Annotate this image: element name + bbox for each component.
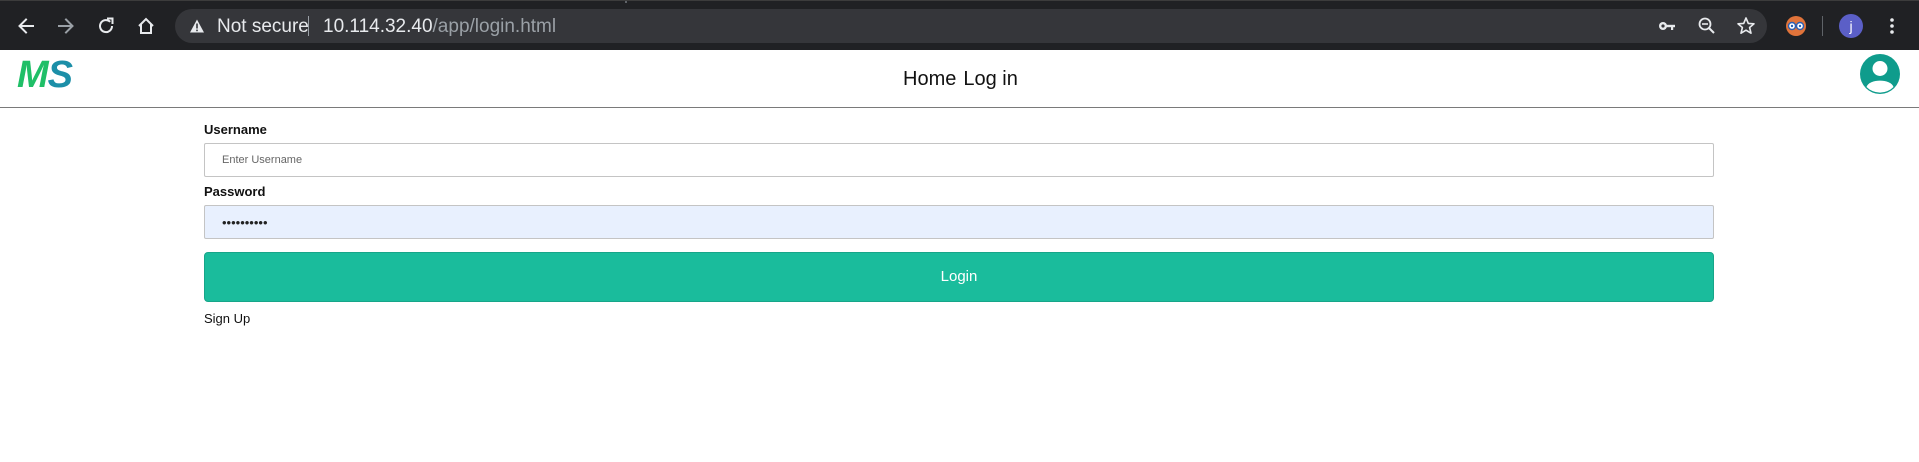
username-label: Username [204, 122, 267, 137]
security-status[interactable]: Not secure [217, 17, 309, 36]
site-logo[interactable]: MS [17, 53, 73, 97]
profile-avatar[interactable]: j [1839, 14, 1863, 38]
forward-icon [58, 18, 74, 34]
logo-letter-s: S [47, 54, 73, 96]
nav-link-home[interactable]: Home [903, 68, 956, 90]
logo-letter-m: M [17, 54, 49, 96]
key-icon[interactable] [1657, 16, 1677, 36]
nav-link-login[interactable]: Log in [963, 68, 1018, 90]
username-input[interactable] [204, 143, 1714, 177]
zoom-out-icon[interactable] [1697, 16, 1717, 36]
star-icon[interactable] [1736, 16, 1756, 36]
forward-button[interactable] [54, 14, 78, 38]
login-button[interactable]: Login [204, 252, 1714, 302]
extension-icon[interactable] [1784, 14, 1808, 38]
url-path: /app/login.html [432, 16, 557, 37]
toolbar-separator [1822, 16, 1823, 36]
url-text[interactable]: 10.114.32.40/app/login.html [323, 17, 556, 36]
home-button[interactable] [134, 14, 158, 38]
url-host: 10.114.32.40 [323, 16, 433, 37]
password-input[interactable] [204, 205, 1714, 239]
browser-toolbar: Not secure 10.114.32.40/app/login.html j [0, 0, 1919, 50]
reload-icon [99, 17, 114, 34]
home-icon [138, 17, 154, 34]
back-icon [18, 18, 34, 34]
address-bar[interactable]: Not secure 10.114.32.40/app/login.html [175, 9, 1767, 43]
nav-links: Home Log in [903, 68, 1018, 90]
password-label: Password [204, 184, 266, 199]
user-avatar-icon[interactable] [1859, 53, 1901, 95]
signup-link[interactable]: Sign Up [204, 312, 250, 326]
menu-icon [1890, 18, 1894, 34]
reload-button[interactable] [94, 14, 118, 38]
warning-icon [190, 19, 204, 33]
back-button[interactable] [14, 14, 38, 38]
browser-menu-button[interactable] [1880, 14, 1904, 38]
site-navbar: MS Home Log in [0, 50, 1919, 108]
tab-edge [625, 1, 627, 3]
address-divider [308, 16, 309, 36]
